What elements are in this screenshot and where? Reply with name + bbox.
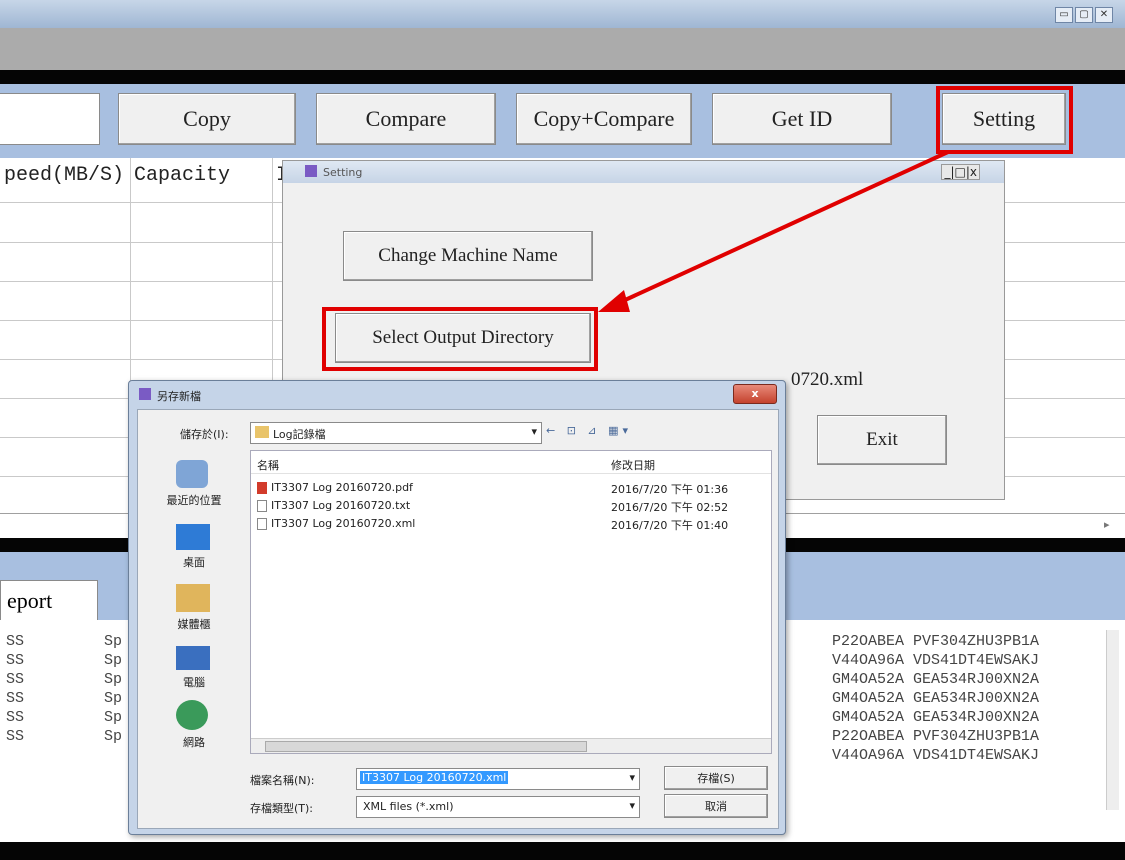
save-dialog-titlebar: 另存新檔 x — [129, 381, 785, 407]
network-icon[interactable] — [176, 700, 208, 730]
cancel-button[interactable]: 取消 — [664, 794, 768, 818]
folder-icon — [255, 426, 269, 438]
filetype-label: 存檔類型(T): — [250, 802, 314, 815]
file-row[interactable]: IT3307 Log 20160720.pdf 2016/7/20 下午 01:… — [255, 479, 755, 497]
save-dialog-body: 儲存於(I): Log記錄檔 ▾ ← ⊡ ⊿ ▦▾ 最近的位置 桌面 媒體櫃 電… — [137, 409, 779, 829]
chevron-down-icon: ▾ — [629, 771, 635, 784]
file-name: IT3307 Log 20160720.xml — [271, 517, 416, 530]
file-name: IT3307 Log 20160720.txt — [271, 499, 411, 512]
file-date: 2016/7/20 下午 01:40 — [611, 519, 729, 532]
scrollbar-thumb[interactable] — [265, 741, 587, 752]
pdf-file-icon — [257, 482, 267, 494]
save-in-label: 儲存於(I): — [180, 428, 229, 441]
header-date[interactable]: 修改日期 — [611, 457, 655, 473]
recent-places-icon[interactable] — [176, 460, 208, 488]
header-divider — [251, 473, 771, 474]
chevron-down-icon: ▾ — [629, 799, 635, 812]
file-row[interactable]: IT3307 Log 20160720.xml 2016/7/20 下午 01:… — [255, 515, 755, 533]
save-as-dialog: 另存新檔 x 儲存於(I): Log記錄檔 ▾ ← ⊡ ⊿ ▦▾ 最近的位置 桌… — [128, 380, 786, 835]
desktop-icon[interactable] — [176, 524, 210, 550]
place-label[interactable]: 桌面 — [146, 554, 242, 570]
place-label[interactable]: 最近的位置 — [146, 492, 242, 508]
file-date: 2016/7/20 下午 01:36 — [611, 483, 729, 496]
chevron-down-icon: ▾ — [531, 425, 537, 438]
file-row[interactable]: IT3307 Log 20160720.txt 2016/7/20 下午 02:… — [255, 497, 755, 515]
save-in-dropdown[interactable]: Log記錄檔 ▾ — [250, 422, 542, 444]
computer-icon[interactable] — [176, 646, 210, 670]
xml-file-icon — [257, 518, 267, 530]
horizontal-scrollbar[interactable] — [251, 738, 771, 753]
places-bar: 最近的位置 桌面 媒體櫃 電腦 網路 — [146, 450, 246, 780]
file-date: 2016/7/20 下午 02:52 — [611, 501, 729, 514]
save-dialog-title: 另存新檔 — [157, 390, 201, 403]
file-list: 名稱 修改日期 IT3307 Log 20160720.pdf 2016/7/2… — [250, 450, 772, 754]
library-icon[interactable] — [176, 584, 210, 612]
nav-toolbar[interactable]: ← ⊡ ⊿ ▦▾ — [546, 424, 632, 437]
header-name[interactable]: 名稱 — [257, 457, 279, 473]
place-label[interactable]: 電腦 — [146, 674, 242, 690]
save-in-value: Log記錄檔 — [273, 428, 326, 441]
filename-value: IT3307 Log 20160720.xml — [360, 771, 509, 784]
save-button[interactable]: 存檔(S) — [664, 766, 768, 790]
filetype-select[interactable]: XML files (*.xml) ▾ — [356, 796, 640, 818]
filename-input[interactable]: IT3307 Log 20160720.xml ▾ — [356, 768, 640, 790]
file-name: IT3307 Log 20160720.pdf — [271, 481, 413, 494]
close-icon[interactable]: x — [733, 384, 777, 404]
place-label[interactable]: 網路 — [146, 734, 242, 750]
filename-label: 檔案名稱(N): — [250, 774, 315, 787]
text-file-icon — [257, 500, 267, 512]
filetype-value: XML files (*.xml) — [363, 800, 454, 813]
app-icon — [139, 388, 151, 400]
place-label[interactable]: 媒體櫃 — [146, 616, 242, 632]
